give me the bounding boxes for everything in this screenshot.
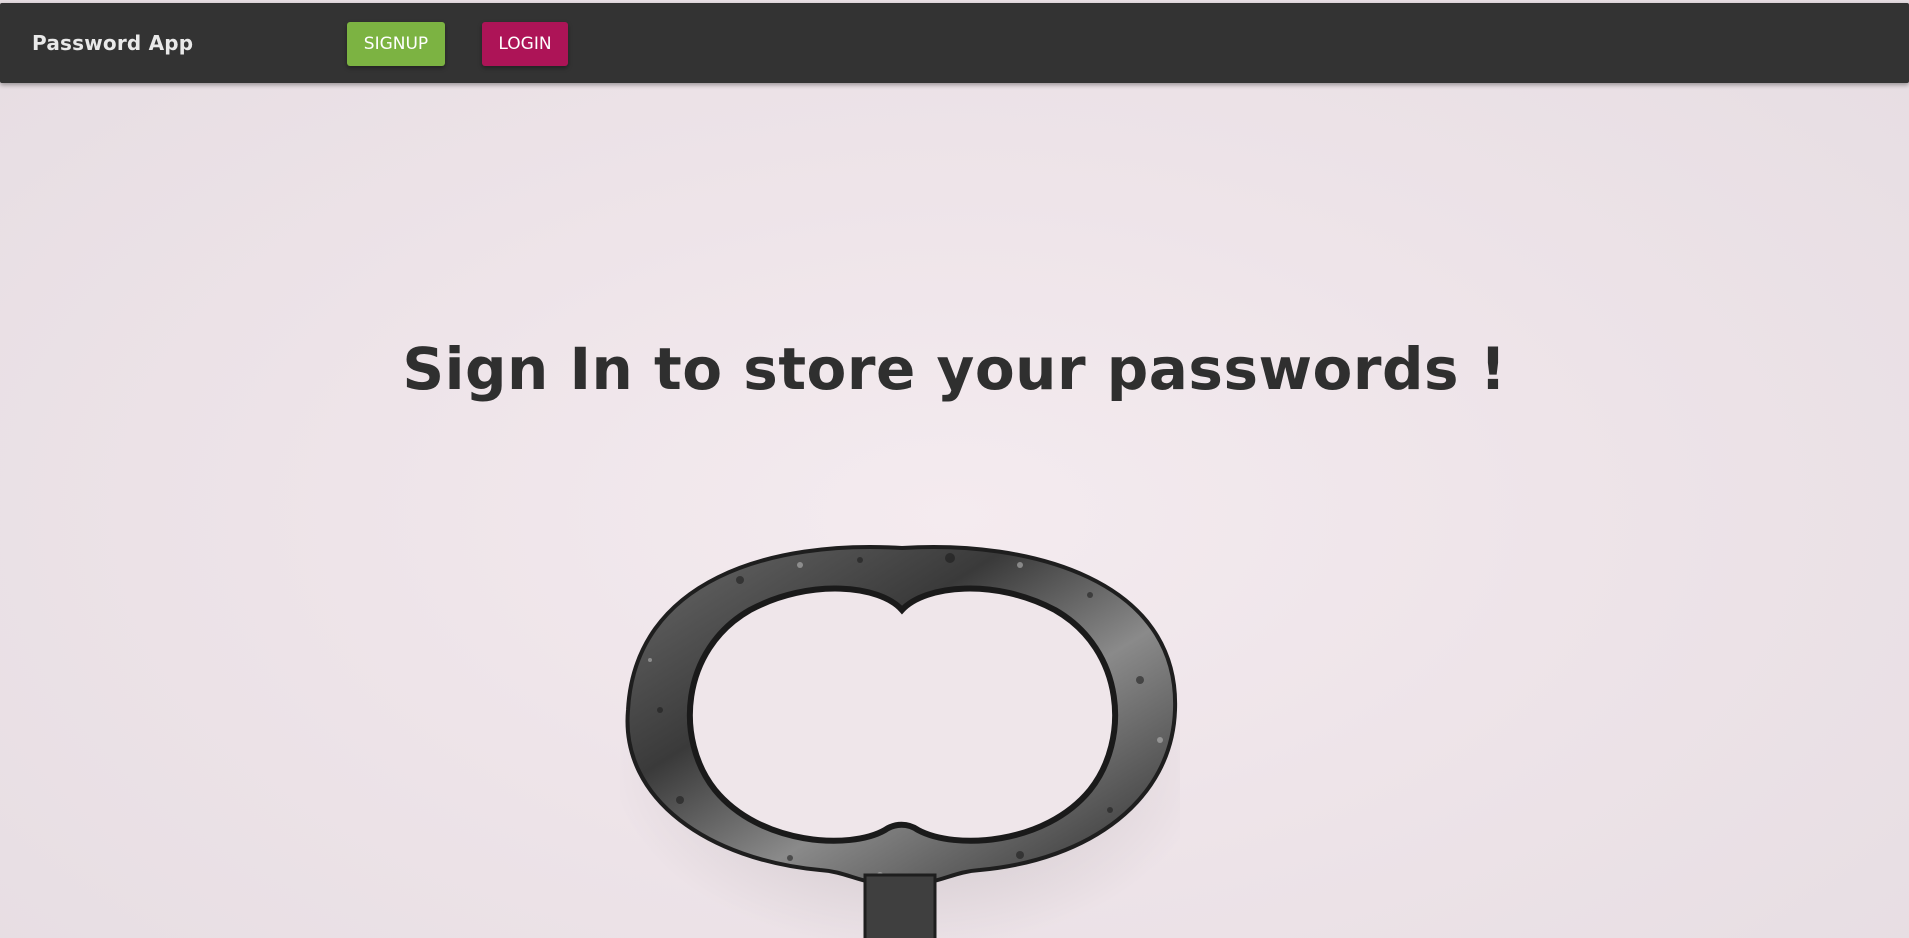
top-navbar: Password App SIGNUP LOGIN <box>0 3 1909 83</box>
antique-key-icon <box>610 540 1210 938</box>
login-button[interactable]: LOGIN <box>482 22 568 66</box>
hero-headline: Sign In to store your passwords ! <box>402 335 1507 403</box>
signup-button[interactable]: SIGNUP <box>347 22 445 66</box>
brand-title[interactable]: Password App <box>32 31 193 55</box>
